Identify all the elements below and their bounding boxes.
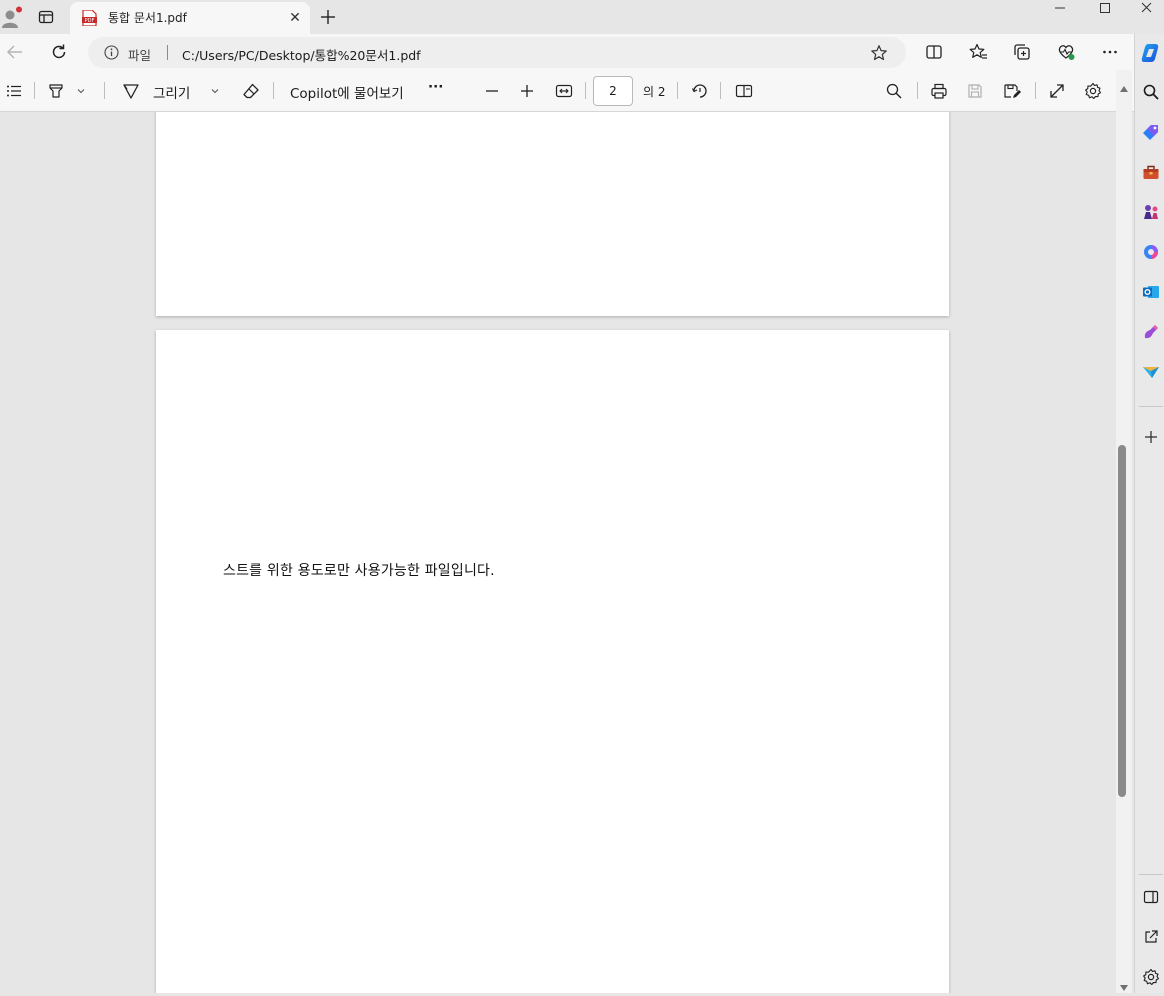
divider [167,45,168,60]
add-icon[interactable] [1142,428,1160,446]
chevron-down-icon[interactable] [208,83,226,101]
search-icon[interactable] [885,82,903,100]
page-number-input[interactable]: 2 [593,76,633,106]
fit-width-icon[interactable] [555,82,573,100]
zoom-in-icon[interactable] [518,82,536,100]
close-icon[interactable]: ✕ [286,9,304,27]
page-total: 의 2 [643,85,666,99]
tab-strip: PDF 통합 문서1.pdf ✕ [0,0,1164,34]
divider [1139,406,1163,407]
zoom-out-icon[interactable] [483,82,501,100]
divider [1035,82,1036,99]
back-icon[interactable] [5,42,25,62]
send-icon[interactable] [1142,363,1160,381]
contents-icon[interactable] [5,82,23,100]
more-icon[interactable] [1100,42,1120,62]
external-icon[interactable] [1142,928,1160,946]
divider [917,82,918,99]
pdf-page-2: 스트를 위한 용도로만 사용가능한 파일입니다. [156,330,949,993]
divider [677,82,678,99]
divider [720,82,721,99]
split-screen-icon[interactable] [924,42,944,62]
microsoft365-icon[interactable] [1142,243,1160,261]
copilot-icon[interactable] [1139,42,1161,64]
hide-sidebar-icon[interactable] [1142,888,1160,906]
divider [273,82,274,99]
divider [34,82,35,99]
page-text: 스트를 위한 용도로만 사용가능한 파일입니다. [223,563,495,579]
pdf-page-1 [156,112,949,316]
file-scheme-label: 파일 [128,48,152,63]
chevron-down-icon[interactable] [74,83,92,101]
edge-sidebar [1134,34,1164,993]
more-tools-button[interactable]: ··· [428,79,443,95]
favorites-icon[interactable] [968,42,988,62]
new-tab-icon[interactable] [318,7,338,27]
maximize-icon[interactable] [1082,0,1128,20]
copilot-ask-button[interactable]: Copilot에 물어보기 [290,82,404,102]
tab-title: 통합 문서1.pdf [108,11,187,25]
pdf-file-icon: PDF [82,9,97,27]
svg-text:PDF: PDF [85,18,95,24]
favorite-star-icon[interactable] [870,44,888,62]
pdf-toolbar: 그리기 Copilot에 물어보기 ··· 2 의 2 [0,70,1134,112]
browser-essentials-icon[interactable] [1056,42,1076,62]
toolbox-icon[interactable] [1142,163,1160,181]
outlook-icon[interactable] [1142,283,1160,301]
address-bar[interactable]: 파일 C:/Users/PC/Desktop/통합%20문서1.pdf [88,37,906,68]
rotate-icon[interactable] [691,82,709,100]
scroll-up-arrow[interactable] [1119,78,1129,92]
minimize-icon[interactable] [1037,0,1083,20]
info-icon[interactable] [104,45,119,60]
active-tab[interactable]: PDF 통합 문서1.pdf ✕ [70,2,310,34]
settings-icon[interactable] [1084,82,1102,100]
tag-icon[interactable] [1142,123,1160,141]
highlight-icon[interactable] [47,82,65,100]
games-icon[interactable] [1142,203,1160,221]
scrollbar-thumb[interactable] [1118,445,1126,797]
search-icon[interactable] [1142,83,1160,101]
draw-icon[interactable] [122,82,140,100]
address-bar-row: 파일 C:/Users/PC/Desktop/통합%20문서1.pdf [0,34,1134,70]
scrollbar[interactable] [1116,70,1132,993]
pdf-viewport[interactable]: 스트를 위한 용도로만 사용가능한 파일입니다. [0,112,1116,993]
tab-actions-icon[interactable] [37,8,55,26]
divider [585,82,586,99]
divider [104,82,105,99]
divider [1139,874,1163,875]
save-icon[interactable] [966,82,984,100]
designer-icon[interactable] [1142,323,1160,341]
fullscreen-icon[interactable] [1048,82,1066,100]
scroll-down-arrow[interactable] [1119,977,1129,991]
refresh-icon[interactable] [49,42,69,62]
draw-label[interactable]: 그리기 [153,82,190,102]
profile-icon[interactable] [2,6,22,28]
settings-icon[interactable] [1142,968,1160,986]
collections-icon[interactable] [1012,42,1032,62]
eraser-icon[interactable] [242,82,260,100]
page-view-icon[interactable] [735,82,753,100]
url-text[interactable]: C:/Users/PC/Desktop/통합%20문서1.pdf [182,45,421,64]
print-icon[interactable] [930,82,948,100]
save-as-icon[interactable] [1003,82,1021,100]
window-close-icon[interactable] [1128,0,1164,20]
